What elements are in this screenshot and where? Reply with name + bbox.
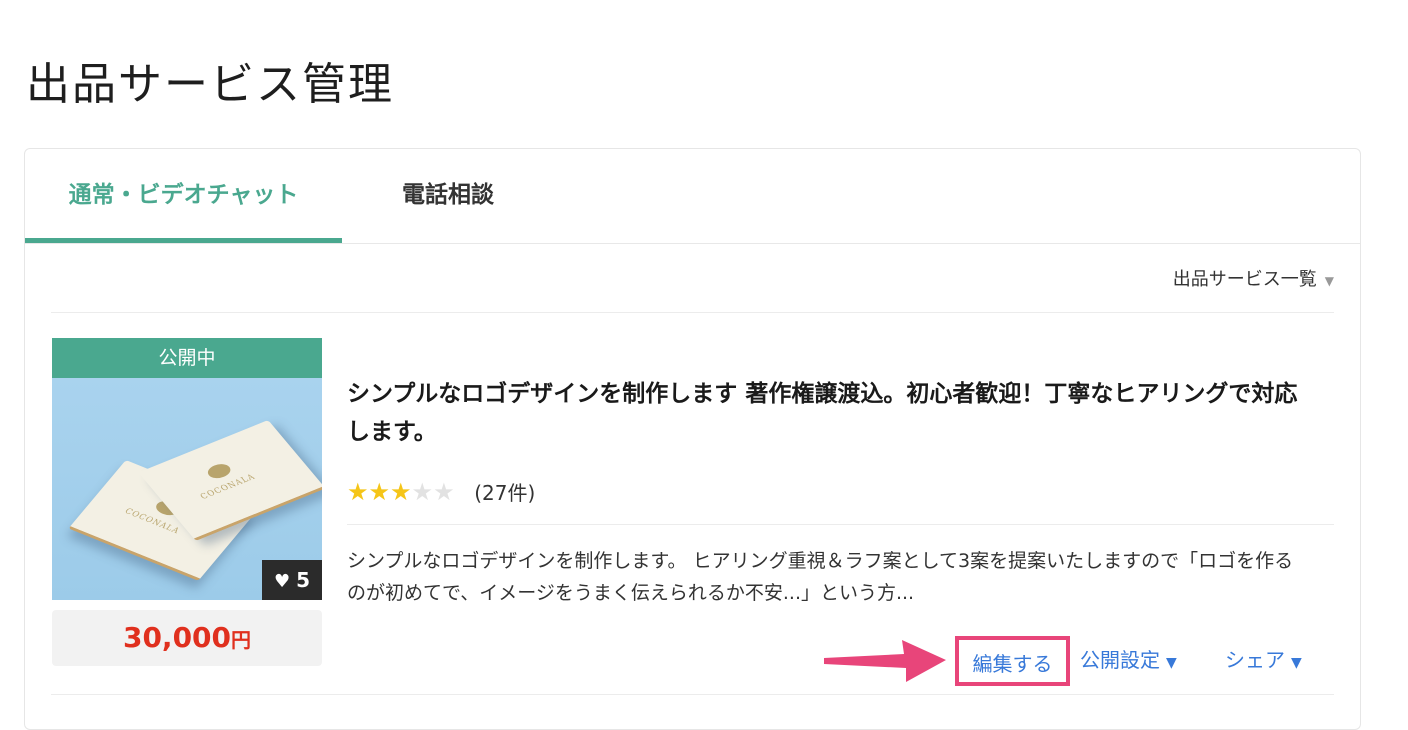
caret-down-icon: ▼ (1291, 655, 1302, 671)
publish-settings-label: 公開設定 (1080, 648, 1160, 672)
service-list-dropdown[interactable]: 出品サービス一覧 ▼ (1173, 265, 1334, 291)
pointer-arrow-icon (824, 640, 946, 682)
service-thumbnail[interactable]: COCONALA COCONALA ♥ 5 (52, 378, 322, 600)
price-box: 30,000円 (52, 610, 322, 666)
caret-down-icon: ▼ (1324, 274, 1334, 288)
caret-down-icon: ▼ (1166, 655, 1177, 671)
share-label: シェア (1225, 648, 1285, 672)
service-title[interactable]: シンプルなロゴデザインを制作します 著作権譲渡込。初心者歓迎！丁寧なヒアリングで… (347, 375, 1307, 451)
price-unit: 円 (231, 628, 252, 652)
star-empty-icon: ★ (433, 478, 455, 506)
price-value: 30,000 (122, 621, 232, 654)
status-badge: 公開中 (52, 338, 322, 378)
service-list-dropdown-label: 出品サービス一覧 (1172, 269, 1317, 290)
card-brand-text: COCONALA (198, 472, 258, 501)
edit-button[interactable]: 編集する (955, 636, 1070, 686)
star-filled-icon: ★ (390, 478, 412, 506)
star-empty-icon: ★ (411, 478, 434, 506)
star-rating: ★★★★★ (347, 478, 462, 506)
star-filled-icon: ★ (368, 478, 391, 506)
tab-bar: 通常・ビデオチャット 電話相談 (25, 149, 1360, 244)
service-thumbnail-block: 公開中 COCONALA COCONALA ♥ 5 30,000円 (52, 338, 322, 666)
heart-icon: ♥ (273, 571, 291, 592)
divider (347, 524, 1334, 525)
service-panel: 通常・ビデオチャット 電話相談 出品サービス一覧 ▼ 公開中 COCONALA C… (24, 148, 1361, 730)
logo-mark (204, 461, 235, 481)
star-filled-icon: ★ (347, 478, 369, 506)
favorite-count-badge: ♥ 5 (262, 560, 322, 600)
review-count[interactable]: (27件) (474, 481, 535, 505)
divider (51, 312, 1334, 313)
rating: ★★★★★ (27件) (347, 477, 535, 506)
page-title: 出品サービス管理 (26, 59, 394, 110)
tab-normal-video-chat[interactable]: 通常・ビデオチャット (25, 149, 342, 243)
divider (51, 694, 1334, 695)
tab-phone-consultation[interactable]: 電話相談 (402, 149, 582, 241)
service-description: シンプルなロゴデザインを制作します。 ヒアリング重視＆ラフ案として3案を提案いた… (347, 550, 1294, 604)
publish-settings-dropdown[interactable]: 公開設定 ▼ (1080, 636, 1177, 686)
share-dropdown[interactable]: シェア ▼ (1225, 636, 1302, 686)
favorite-count: 5 (296, 568, 311, 592)
